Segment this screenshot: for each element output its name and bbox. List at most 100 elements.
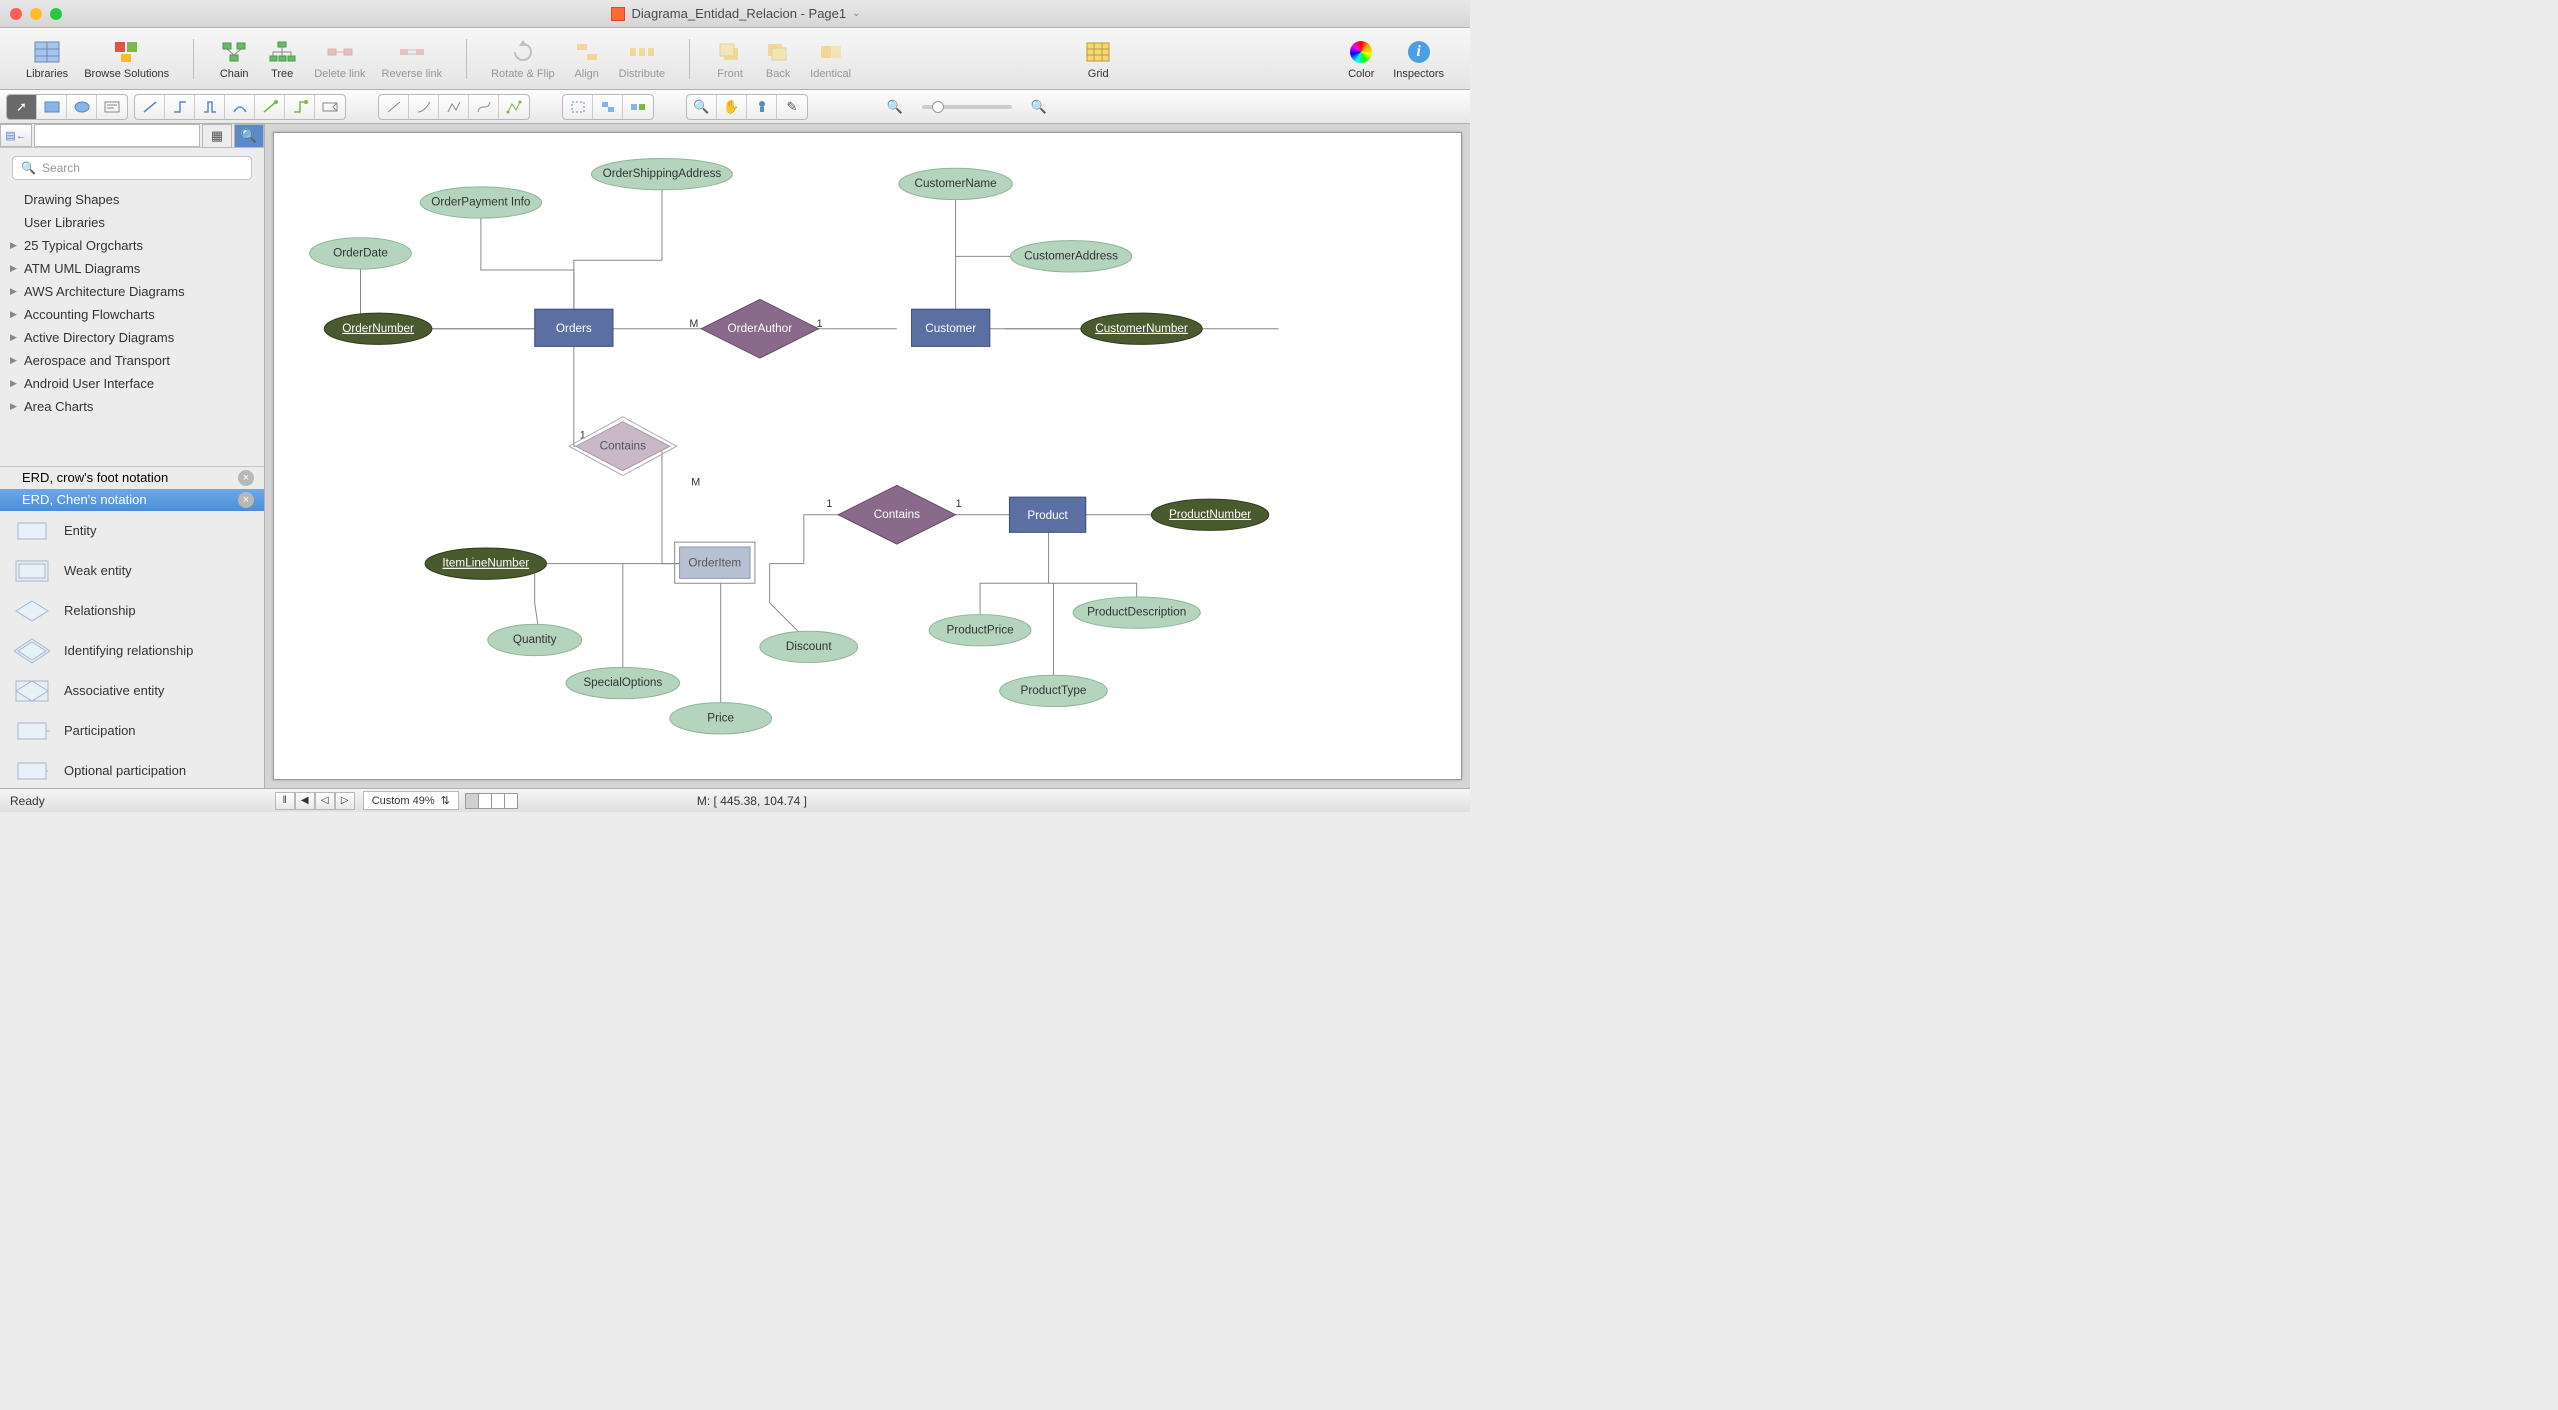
page-tabs[interactable] (465, 793, 517, 809)
connector-5[interactable] (255, 95, 285, 119)
pen-tool[interactable]: ✎ (777, 95, 807, 119)
maximize-window-button[interactable] (50, 8, 62, 20)
connector-6[interactable] (285, 95, 315, 119)
entity-orders[interactable]: Orders (535, 309, 613, 346)
line-tool-1[interactable] (379, 95, 409, 119)
group-tool-1[interactable] (563, 95, 593, 119)
connector-2[interactable] (165, 95, 195, 119)
sidebar-collapse-button[interactable]: ▤← (0, 124, 32, 147)
attr-ordershipping[interactable]: OrderShippingAddress (591, 158, 732, 189)
shape-item[interactable]: Entity (0, 511, 264, 551)
line-tool-2[interactable] (409, 95, 439, 119)
lib-item[interactable]: ▶Aerospace and Transport (0, 349, 264, 372)
title-dropdown-icon[interactable]: ⌄ (852, 8, 860, 19)
line-tool-4[interactable] (469, 95, 499, 119)
zoom-out-button[interactable]: 🔍 (880, 95, 910, 119)
color-button[interactable]: Color (1341, 36, 1381, 82)
entity-customer[interactable]: Customer (912, 309, 990, 346)
close-lib-icon[interactable]: × (238, 470, 254, 486)
attr-quantity[interactable]: Quantity (488, 624, 582, 655)
lib-item[interactable]: Drawing Shapes (0, 188, 264, 211)
stepper-icon[interactable]: ⇅ (441, 794, 450, 807)
attr-orderdate[interactable]: OrderDate (310, 238, 412, 269)
group-tool-2[interactable] (593, 95, 623, 119)
stamp-tool[interactable] (747, 95, 777, 119)
inspectors-button[interactable]: i Inspectors (1389, 36, 1448, 82)
text-tool[interactable] (97, 95, 127, 119)
tool-secondbar: ➚ 🔍 ✋ (0, 90, 1470, 124)
page-navigator: ‖ ◀ ◁ ▷ Custom 49%⇅ (275, 791, 517, 810)
attr-customeraddress[interactable]: CustomerAddress (1010, 241, 1131, 272)
entity-orderitem[interactable]: OrderItem (675, 542, 755, 583)
connector-7[interactable] (315, 95, 345, 119)
shape-item[interactable]: Weak entity (0, 551, 264, 591)
drawing-canvas[interactable]: M 1 1 M 1 1 OrderDate OrderPayment Info … (273, 132, 1462, 780)
line-tool-5[interactable] (499, 95, 529, 119)
pointer-tool[interactable]: ➚ (7, 95, 37, 119)
chain-button[interactable]: Chain (214, 36, 254, 82)
attr-customernumber[interactable]: CustomerNumber (1081, 313, 1202, 344)
attr-producttype[interactable]: ProductType (1000, 675, 1108, 706)
rel-contains-2[interactable]: Contains (838, 485, 955, 544)
open-lib-crowfoot[interactable]: ERD, crow's foot notation × (0, 467, 264, 489)
zoom-slider[interactable] (922, 105, 1012, 109)
svg-text:OrderPayment Info: OrderPayment Info (431, 196, 531, 209)
close-window-button[interactable] (10, 8, 22, 20)
rel-contains-1[interactable]: Contains (569, 417, 677, 476)
shape-item[interactable]: Participation (0, 711, 264, 751)
lib-item[interactable]: ▶25 Typical Orgcharts (0, 234, 264, 257)
ellipse-tool[interactable] (67, 95, 97, 119)
close-lib-icon[interactable]: × (238, 492, 254, 508)
attr-ordernumber[interactable]: OrderNumber (324, 313, 432, 344)
tree-button[interactable]: Tree (262, 36, 302, 82)
attr-itemlinenumber[interactable]: ItemLineNumber (425, 548, 546, 579)
lib-item[interactable]: ▶AWS Architecture Diagrams (0, 280, 264, 303)
sidebar-filter[interactable] (34, 124, 200, 147)
rel-orderauthor[interactable]: OrderAuthor (701, 299, 818, 358)
svg-text:CustomerNumber: CustomerNumber (1095, 322, 1188, 335)
connector-4[interactable] (225, 95, 255, 119)
group-tool-3[interactable] (623, 95, 653, 119)
connector-1[interactable] (135, 95, 165, 119)
minimize-window-button[interactable] (30, 8, 42, 20)
page-prev-button[interactable]: ◁ (315, 792, 335, 810)
lib-item[interactable]: User Libraries (0, 211, 264, 234)
shape-item[interactable]: Relationship (0, 591, 264, 631)
attr-specialoptions[interactable]: SpecialOptions (566, 667, 680, 698)
shape-item[interactable]: Identifying relationship (0, 631, 264, 671)
attr-productnumber[interactable]: ProductNumber (1151, 499, 1268, 530)
lib-item[interactable]: ▶Area Charts (0, 395, 264, 418)
pan-tool[interactable]: ✋ (717, 95, 747, 119)
view-search-button[interactable]: 🔍 (234, 124, 264, 148)
lib-item[interactable]: ▶Accounting Flowcharts (0, 303, 264, 326)
attr-discount[interactable]: Discount (760, 631, 858, 662)
attr-productprice[interactable]: ProductPrice (929, 615, 1031, 646)
page-first-button[interactable]: ◀ (295, 792, 315, 810)
attr-orderpayment[interactable]: OrderPayment Info (420, 187, 541, 218)
canvas-area[interactable]: M 1 1 M 1 1 OrderDate OrderPayment Info … (265, 124, 1470, 788)
lib-item[interactable]: ▶Android User Interface (0, 372, 264, 395)
libraries-button[interactable]: Libraries (22, 36, 72, 82)
open-lib-chen[interactable]: ERD, Chen's notation × (0, 489, 264, 511)
zoom-tool[interactable]: 🔍 (687, 95, 717, 119)
zoom-thumb[interactable] (932, 101, 944, 113)
zoom-in-button[interactable]: 🔍 (1024, 95, 1054, 119)
attr-price[interactable]: Price (670, 703, 772, 734)
lib-item[interactable]: ▶Active Directory Diagrams (0, 326, 264, 349)
search-input[interactable]: 🔍 Search (12, 156, 252, 180)
shape-item[interactable]: Associative entity (0, 671, 264, 711)
lib-item[interactable]: ▶ATM UML Diagrams (0, 257, 264, 280)
attr-customername[interactable]: CustomerName (899, 168, 1013, 199)
entity-product[interactable]: Product (1009, 497, 1085, 532)
connector-3[interactable] (195, 95, 225, 119)
rect-tool[interactable] (37, 95, 67, 119)
line-tool-3[interactable] (439, 95, 469, 119)
attr-productdescription[interactable]: ProductDescription (1073, 597, 1200, 628)
shape-item[interactable]: Optional participation (0, 751, 264, 789)
zoom-level[interactable]: Custom 49%⇅ (363, 791, 459, 810)
view-grid-button[interactable]: ▦ (202, 124, 232, 148)
page-next-button[interactable]: ▷ (335, 792, 355, 810)
grid-button[interactable]: Grid (1078, 36, 1118, 82)
browse-solutions-button[interactable]: Browse Solutions (80, 36, 173, 82)
splitter-handle[interactable]: ‖ (275, 792, 295, 810)
